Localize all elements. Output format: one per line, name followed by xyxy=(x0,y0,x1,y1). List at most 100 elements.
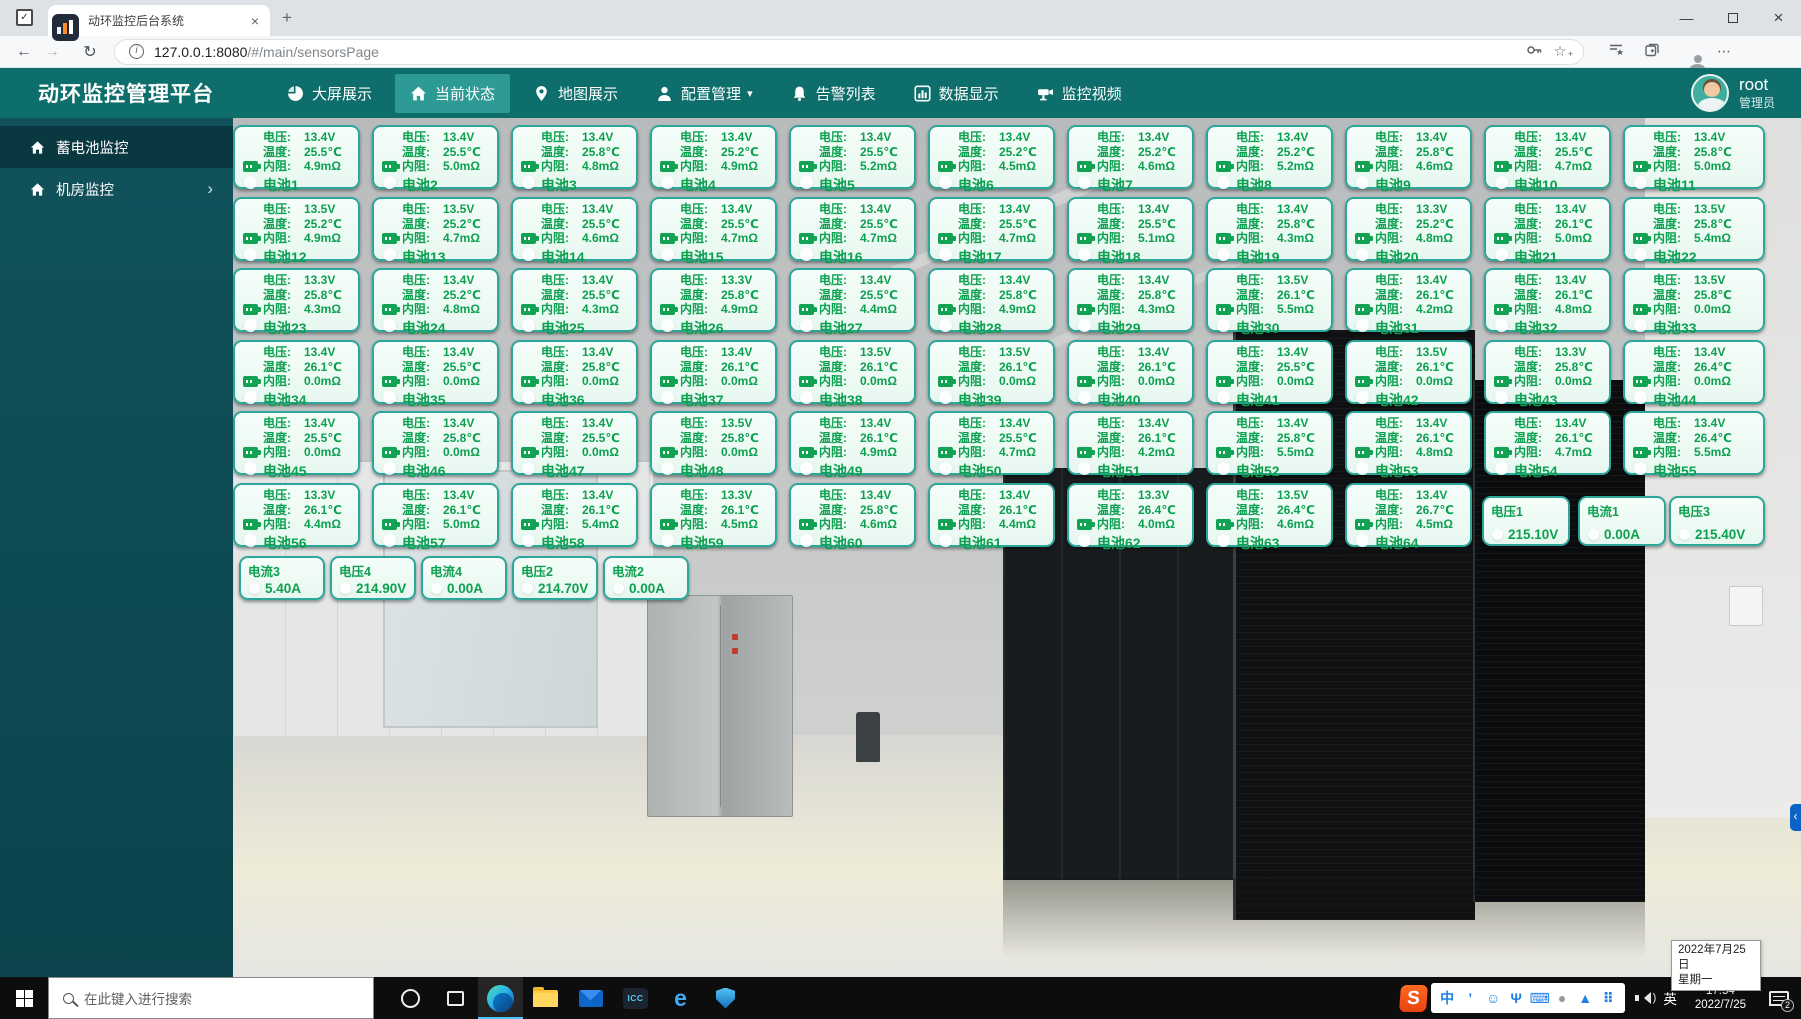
battery-card[interactable]: 电压:13.3V温度:26.4℃内阻:4.0mΩ电池62 xyxy=(1067,483,1194,547)
ime-tool-icon[interactable]: 中 xyxy=(1438,988,1457,1008)
meter-card[interactable]: 电压1215.10V xyxy=(1482,496,1570,546)
battery-card[interactable]: 电压:13.5V温度:26.1℃内阻:0.0mΩ电池38 xyxy=(789,340,916,404)
browser-menu-icon[interactable]: ⋯ xyxy=(1706,43,1742,60)
battery-card[interactable]: 电压:13.5V温度:26.4℃内阻:4.6mΩ电池63 xyxy=(1206,483,1333,547)
tab-group-add-icon[interactable] xyxy=(1634,42,1670,61)
battery-card[interactable]: 电压:13.4V温度:25.8℃内阻:4.6mΩ电池9 xyxy=(1345,125,1472,189)
battery-card[interactable]: 电压:13.4V温度:26.1℃内阻:0.0mΩ电池40 xyxy=(1067,340,1194,404)
battery-card[interactable]: 电压:13.4V温度:25.5℃内阻:4.4mΩ电池27 xyxy=(789,268,916,332)
taskbar-app-mail[interactable] xyxy=(568,977,613,1019)
battery-card[interactable]: 电压:13.3V温度:26.1℃内阻:4.5mΩ电池59 xyxy=(650,483,777,547)
ime-tool-icon[interactable]: ▲ xyxy=(1576,990,1595,1006)
battery-card[interactable]: 电压:13.5V温度:25.8℃内阻:5.4mΩ电池22 xyxy=(1623,197,1765,261)
window-restore-button[interactable] xyxy=(1710,0,1755,36)
nav-item[interactable]: 大屏展示 xyxy=(272,74,387,113)
battery-card[interactable]: 电压:13.5V温度:25.2℃内阻:4.9mΩ电池12 xyxy=(233,197,360,261)
battery-card[interactable]: 电压:13.4V温度:26.4℃内阻:5.5mΩ电池55 xyxy=(1623,411,1765,475)
password-key-icon[interactable] xyxy=(1521,42,1547,61)
taskbar-app-shield[interactable] xyxy=(703,977,748,1019)
nav-item[interactable]: 配置管理▾ xyxy=(641,74,768,113)
ime-tool-icon[interactable]: ☺ xyxy=(1484,990,1503,1006)
task-view-button[interactable] xyxy=(433,977,478,1019)
taskbar-app-folder[interactable] xyxy=(523,977,568,1019)
battery-card[interactable]: 电压:13.4V温度:26.1℃内阻:4.8mΩ电池53 xyxy=(1345,411,1472,475)
start-button[interactable] xyxy=(0,977,48,1019)
battery-card[interactable]: 电压:13.4V温度:25.8℃内阻:0.0mΩ电池36 xyxy=(511,340,638,404)
battery-card[interactable]: 电压:13.4V温度:26.1℃内阻:4.8mΩ电池32 xyxy=(1484,268,1611,332)
battery-card[interactable]: 电压:13.4V温度:26.1℃内阻:4.7mΩ电池54 xyxy=(1484,411,1611,475)
site-info-icon[interactable]: i xyxy=(129,44,144,59)
ime-toolbar[interactable]: 中’☺Ψ⌨●▲⠿ xyxy=(1431,983,1625,1013)
back-button[interactable]: ← xyxy=(10,43,38,61)
edge-sidebar-pull-tab[interactable]: ‹ xyxy=(1790,804,1801,831)
battery-card[interactable]: 电压:13.5V温度:25.2℃内阻:4.7mΩ电池13 xyxy=(372,197,499,261)
speaker-icon[interactable] xyxy=(1635,991,1651,1005)
battery-card[interactable]: 电压:13.4V温度:26.1℃内阻:0.0mΩ电池37 xyxy=(650,340,777,404)
battery-card[interactable]: 电压:13.4V温度:26.4℃内阻:0.0mΩ电池44 xyxy=(1623,340,1765,404)
browser-tab[interactable]: 动环监控后台系统 × xyxy=(48,5,270,36)
new-tab-button[interactable]: + xyxy=(282,8,292,28)
battery-card[interactable]: 电压:13.4V温度:25.8℃内阻:4.6mΩ电池60 xyxy=(789,483,916,547)
battery-card[interactable]: 电压:13.4V温度:25.8℃内阻:0.0mΩ电池46 xyxy=(372,411,499,475)
action-center-button[interactable]: 2 xyxy=(1756,977,1801,1019)
battery-card[interactable]: 电压:13.4V温度:25.2℃内阻:4.8mΩ电池24 xyxy=(372,268,499,332)
battery-card[interactable]: 电压:13.4V温度:25.2℃内阻:4.9mΩ电池4 xyxy=(650,125,777,189)
battery-card[interactable]: 电压:13.4V温度:25.8℃内阻:4.9mΩ电池28 xyxy=(928,268,1055,332)
nav-item[interactable]: 数据显示 xyxy=(899,74,1014,113)
meter-card[interactable]: 电压3215.40V xyxy=(1669,496,1765,546)
ime-tool-icon[interactable]: ’ xyxy=(1461,990,1480,1006)
battery-card[interactable]: 电压:13.4V温度:25.5℃内阻:5.1mΩ电池18 xyxy=(1067,197,1194,261)
sidebar-item[interactable]: 机房监控› xyxy=(0,168,233,210)
battery-card[interactable]: 电压:13.4V温度:25.8℃内阻:4.3mΩ电池29 xyxy=(1067,268,1194,332)
battery-card[interactable]: 电压:13.3V温度:26.1℃内阻:4.4mΩ电池56 xyxy=(233,483,360,547)
battery-card[interactable]: 电压:13.4V温度:25.5℃内阻:4.7mΩ电池17 xyxy=(928,197,1055,261)
battery-card[interactable]: 电压:13.4V温度:25.8℃内阻:5.0mΩ电池11 xyxy=(1623,125,1765,189)
battery-card[interactable]: 电压:13.4V温度:25.5℃内阻:4.7mΩ电池50 xyxy=(928,411,1055,475)
nav-item[interactable]: 地图展示 xyxy=(518,74,633,113)
sogou-ime-icon[interactable]: S xyxy=(1399,985,1428,1012)
ime-language-indicator[interactable]: 英 xyxy=(1663,988,1677,1008)
window-minimize-button[interactable]: — xyxy=(1664,0,1709,36)
battery-card[interactable]: 电压:13.4V温度:25.5℃内阻:5.2mΩ电池5 xyxy=(789,125,916,189)
ime-tool-icon[interactable]: ⌨ xyxy=(1530,990,1549,1007)
nav-item[interactable]: 告警列表 xyxy=(776,74,891,113)
battery-card[interactable]: 电压:13.4V温度:25.5℃内阻:4.7mΩ电池15 xyxy=(650,197,777,261)
search-input[interactable]: 在此键入进行搜索 xyxy=(48,977,374,1019)
meter-card[interactable]: 电压4214.90V xyxy=(330,556,416,600)
url-bar[interactable]: i 127.0.0.1:8080 /#/main/sensorsPage ☆+ xyxy=(114,39,1584,65)
battery-card[interactable]: 电压:13.3V温度:25.8℃内阻:0.0mΩ电池43 xyxy=(1484,340,1611,404)
ime-tool-icon[interactable]: Ψ xyxy=(1507,990,1526,1006)
nav-item[interactable]: 当前状态 xyxy=(395,74,510,113)
battery-card[interactable]: 电压:13.4V温度:25.8℃内阻:4.8mΩ电池3 xyxy=(511,125,638,189)
battery-card[interactable]: 电压:13.3V温度:25.8℃内阻:4.9mΩ电池26 xyxy=(650,268,777,332)
battery-card[interactable]: 电压:13.4V温度:26.7℃内阻:4.5mΩ电池64 xyxy=(1345,483,1472,547)
meter-card[interactable]: 电压2214.70V xyxy=(512,556,598,600)
meter-card[interactable]: 电流10.00A xyxy=(1578,496,1666,546)
battery-card[interactable]: 电压:13.4V温度:25.5℃内阻:0.0mΩ电池47 xyxy=(511,411,638,475)
user-chip[interactable]: root 管理员 xyxy=(1691,74,1775,112)
battery-card[interactable]: 电压:13.4V温度:26.1℃内阻:5.0mΩ电池21 xyxy=(1484,197,1611,261)
battery-card[interactable]: 电压:13.3V温度:25.8℃内阻:4.3mΩ电池23 xyxy=(233,268,360,332)
battery-card[interactable]: 电压:13.5V温度:26.1℃内阻:0.0mΩ电池42 xyxy=(1345,340,1472,404)
meter-card[interactable]: 电流40.00A xyxy=(421,556,507,600)
window-check-icon[interactable]: ✓ xyxy=(16,9,33,26)
battery-card[interactable]: 电压:13.4V温度:25.8℃内阻:4.3mΩ电池19 xyxy=(1206,197,1333,261)
ime-tool-icon[interactable]: ● xyxy=(1553,990,1572,1006)
battery-card[interactable]: 电压:13.4V温度:25.5℃内阻:0.0mΩ电池41 xyxy=(1206,340,1333,404)
ime-tool-icon[interactable]: ⠿ xyxy=(1599,990,1618,1007)
tab-close-icon[interactable]: × xyxy=(246,13,264,29)
battery-card[interactable]: 电压:13.5V温度:26.1℃内阻:5.5mΩ电池30 xyxy=(1206,268,1333,332)
battery-card[interactable]: 电压:13.4V温度:25.5℃内阻:0.0mΩ电池35 xyxy=(372,340,499,404)
battery-card[interactable]: 电压:13.4V温度:26.1℃内阻:4.2mΩ电池31 xyxy=(1345,268,1472,332)
refresh-button[interactable]: ↻ xyxy=(76,42,104,62)
battery-card[interactable]: 电压:13.4V温度:25.5℃内阻:4.3mΩ电池25 xyxy=(511,268,638,332)
battery-card[interactable]: 电压:13.4V温度:26.1℃内阻:4.9mΩ电池49 xyxy=(789,411,916,475)
battery-card[interactable]: 电压:13.4V温度:25.5℃内阻:4.6mΩ电池14 xyxy=(511,197,638,261)
battery-card[interactable]: 电压:13.4V温度:25.5℃内阻:4.9mΩ电池1 xyxy=(233,125,360,189)
battery-card[interactable]: 电压:13.4V温度:26.1℃内阻:5.4mΩ电池58 xyxy=(511,483,638,547)
battery-card[interactable]: 电压:13.4V温度:25.2℃内阻:5.2mΩ电池8 xyxy=(1206,125,1333,189)
taskbar-app-ie[interactable]: e xyxy=(658,977,703,1019)
battery-card[interactable]: 电压:13.5V温度:25.8℃内阻:0.0mΩ电池48 xyxy=(650,411,777,475)
favorite-star-icon[interactable]: ☆+ xyxy=(1547,43,1573,60)
window-close-button[interactable]: × xyxy=(1756,0,1801,36)
